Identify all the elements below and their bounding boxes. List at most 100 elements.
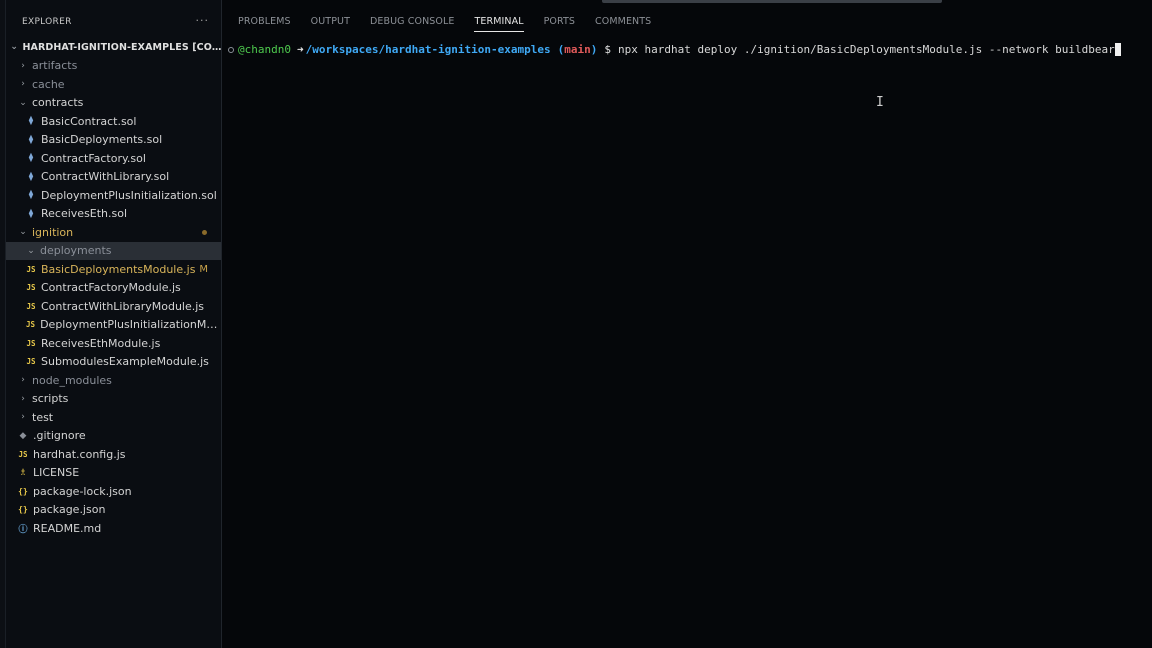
file-item[interactable]: ♗ LICENSE (6, 464, 221, 483)
gitignore-icon: ◆ (19, 430, 27, 441)
tree-item-label: ReceivesEthModule.js (41, 336, 161, 350)
folder-item[interactable]: › node_modules (6, 371, 221, 390)
tree-item-label: cache (32, 77, 65, 91)
command-decoration-icon[interactable] (228, 46, 234, 53)
solidity-file-icon: ⧫ (28, 134, 34, 145)
chevron-down-icon: ⌄ (19, 227, 27, 238)
tab-ports[interactable]: PORTS (544, 16, 575, 32)
arrow-icon: ➜ (296, 43, 304, 56)
file-item[interactable]: JS ContractWithLibraryModule.js (6, 297, 221, 316)
solidity-file-icon: ⧫ (28, 171, 34, 182)
tree-item-label: SubmodulesExampleModule.js (41, 355, 209, 369)
tree-item-label: package-lock.json (33, 484, 132, 498)
tree-item-label: node_modules (32, 373, 112, 387)
js-file-icon: JS (26, 283, 36, 293)
chevron-down-icon: ⌄ (27, 245, 35, 256)
chevron-right-icon: › (21, 412, 25, 423)
file-item[interactable]: JS BasicDeploymentsModule.js M (6, 260, 221, 279)
file-item[interactable]: JS ReceivesEthModule.js (6, 334, 221, 353)
tree-item-label: DeploymentPlusInitializationModul... (40, 318, 222, 332)
json-file-icon: {} (18, 486, 28, 496)
folder-item[interactable]: ⌄ ignition (6, 223, 221, 242)
mouse-ibeam-cursor-icon: I (876, 95, 884, 110)
solidity-file-icon: ⧫ (28, 190, 34, 201)
file-item[interactable]: ⧫ DeploymentPlusInitialization.sol (6, 186, 221, 205)
chevron-right-icon: › (21, 393, 25, 404)
workspace-root-label: HARDHAT-IGNITION-EXAMPLES [CODESPA... (22, 41, 221, 53)
file-item[interactable]: {} package.json (6, 501, 221, 520)
file-tree: ⌄ HARDHAT-IGNITION-EXAMPLES [CODESPA... … (6, 38, 222, 538)
solidity-file-icon: ⧫ (28, 208, 34, 219)
tree-item-label: package.json (33, 503, 106, 517)
terminal-path: /workspaces/hardhat-ignition-examples (305, 43, 551, 56)
readme-info-icon: ⓘ (18, 524, 28, 535)
file-item[interactable]: ⓘ README.md (6, 519, 221, 538)
folder-item[interactable]: › scripts (6, 390, 221, 409)
tree-item-label: BasicDeployments.sol (41, 133, 163, 147)
tab-debug-console[interactable]: DEBUG CONSOLE (370, 16, 455, 32)
file-item[interactable]: ⧫ BasicContract.sol (6, 112, 221, 131)
tree-item-label: ContractFactory.sol (41, 151, 146, 165)
explorer-title: EXPLORER (22, 17, 72, 27)
tree-item-label: hardhat.config.js (33, 447, 126, 461)
terminal-command[interactable]: npx hardhat deploy ./ignition/BasicDeplo… (618, 43, 1115, 56)
js-file-icon: JS (26, 320, 36, 330)
js-file-icon: JS (18, 449, 28, 459)
folder-item[interactable]: › cache (6, 75, 221, 94)
tree-item-label: DeploymentPlusInitialization.sol (41, 188, 217, 202)
chevron-down-icon: ⌄ (10, 42, 19, 53)
tree-item-label: ContractWithLibrary.sol (41, 170, 170, 184)
folder-item[interactable]: ⌄ deployments (6, 241, 221, 260)
tree-item-label: contracts (32, 96, 84, 110)
git-paren-close: ) (590, 43, 598, 56)
terminal-cursor (1114, 43, 1121, 56)
license-icon: ♗ (18, 467, 28, 478)
solidity-file-icon: ⧫ (28, 153, 34, 164)
file-item[interactable]: ⧫ ContractFactory.sol (6, 149, 221, 168)
tree-item-label: deployments (40, 244, 112, 258)
terminal-prompt-line[interactable]: @chandn0 ➜ /workspaces/hardhat-ignition-… (228, 43, 1121, 56)
tab-terminal[interactable]: TERMINAL (474, 16, 524, 32)
tab-comments[interactable]: COMMENTS (595, 16, 651, 32)
tab-output[interactable]: OUTPUT (311, 16, 350, 32)
js-file-icon: JS (26, 357, 36, 367)
file-item[interactable]: ⧫ BasicDeployments.sol (6, 131, 221, 150)
folder-item[interactable]: ⌄ contracts (6, 94, 221, 113)
file-item[interactable]: ⧫ ContractWithLibrary.sol (6, 168, 221, 187)
file-item[interactable]: JS ContractFactoryModule.js (6, 279, 221, 298)
file-item[interactable]: {} package-lock.json (6, 482, 221, 501)
tab-problems[interactable]: PROBLEMS (238, 16, 291, 32)
js-file-icon: JS (26, 338, 36, 348)
tree-item-label: scripts (32, 392, 69, 406)
modified-dot-icon (202, 229, 207, 235)
modified-badge: M (199, 263, 208, 275)
file-item[interactable]: JS SubmodulesExampleModule.js (6, 353, 221, 372)
tree-item-label: test (32, 410, 54, 424)
workspace-root[interactable]: ⌄ HARDHAT-IGNITION-EXAMPLES [CODESPA... (6, 38, 221, 57)
file-item[interactable]: ◆ .gitignore (6, 427, 221, 446)
file-item[interactable]: JS hardhat.config.js (6, 445, 221, 464)
js-file-icon: JS (26, 264, 36, 274)
tree-item-label: ContractFactoryModule.js (41, 281, 181, 295)
panel-scroll-handle[interactable] (602, 0, 942, 3)
git-branch: main (564, 43, 591, 56)
tree-item-label: README.md (33, 521, 102, 535)
git-paren-open: ( (557, 43, 565, 56)
tree-item-label: ReceivesEth.sol (41, 207, 128, 221)
terminal-panel: PROBLEMS OUTPUT DEBUG CONSOLE TERMINAL PORTS… (222, 0, 1152, 648)
tree-item-label: BasicContract.sol (41, 114, 137, 128)
file-item[interactable]: ⧫ ReceivesEth.sol (6, 205, 221, 224)
folder-item[interactable]: › test (6, 408, 221, 427)
tree-item-label: ContractWithLibraryModule.js (41, 299, 205, 313)
tree-item-label: ignition (32, 225, 74, 239)
more-actions-icon[interactable]: ··· (196, 15, 210, 26)
tree-item-label: artifacts (32, 59, 78, 73)
json-file-icon: {} (18, 505, 28, 515)
chevron-right-icon: › (21, 375, 25, 386)
chevron-right-icon: › (21, 60, 25, 71)
tree-item-label: .gitignore (33, 429, 86, 443)
solidity-file-icon: ⧫ (28, 116, 34, 127)
folder-item[interactable]: › artifacts (6, 57, 221, 76)
terminal-user: @chandn0 (238, 43, 291, 56)
file-item[interactable]: JS DeploymentPlusInitializationModul... (6, 316, 222, 335)
